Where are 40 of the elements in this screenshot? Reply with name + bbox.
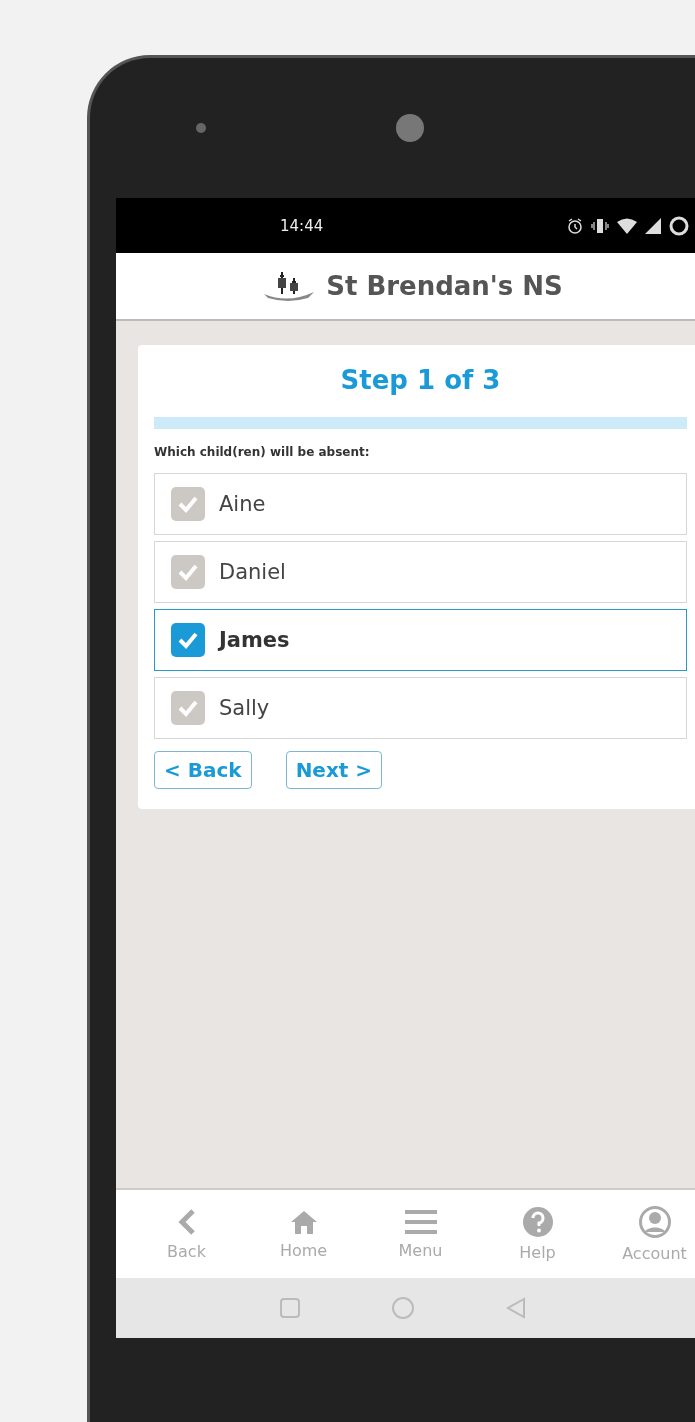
- nav-item[interactable]: Menu: [362, 1190, 479, 1278]
- child-name: Sally: [219, 696, 270, 720]
- question-label: Which child(ren) will be absent:: [154, 445, 371, 459]
- check-icon: [177, 495, 199, 513]
- step-title: Step 1 of 3: [340, 365, 501, 395]
- school-title: St Brendan's NS: [326, 271, 563, 301]
- check-icon: [177, 631, 199, 649]
- home-circle-icon[interactable]: [390, 1296, 415, 1320]
- sensor-icon: [196, 123, 206, 133]
- help-icon: [522, 1206, 553, 1237]
- wizard-button[interactable]: < Back: [154, 751, 252, 789]
- nav-item[interactable]: Back: [128, 1190, 245, 1278]
- battery-ring-icon: [669, 215, 689, 236]
- checkbox[interactable]: [171, 691, 205, 725]
- alarm-icon: [567, 217, 583, 234]
- child-name: Aine: [219, 492, 266, 516]
- child-name: Daniel: [219, 560, 286, 584]
- back-triangle-icon[interactable]: [504, 1297, 527, 1319]
- nav-item[interactable]: Home: [245, 1190, 362, 1278]
- camera-icon: [396, 114, 424, 142]
- child-option[interactable]: Aine: [154, 473, 687, 535]
- checkbox[interactable]: [171, 555, 205, 589]
- checkbox[interactable]: [171, 623, 205, 657]
- vibrate-icon: [591, 217, 609, 234]
- check-icon: [177, 563, 199, 581]
- checkbox[interactable]: [171, 487, 205, 521]
- wizard-button[interactable]: Next >: [285, 751, 383, 789]
- child-name: James: [219, 628, 290, 652]
- menu-icon: [403, 1208, 438, 1235]
- status-time: 14:44: [280, 216, 324, 235]
- nav-item[interactable]: Account: [596, 1190, 695, 1278]
- nav-item[interactable]: Help: [479, 1190, 596, 1278]
- child-option[interactable]: Sally: [154, 677, 687, 739]
- signal-icon: [645, 217, 661, 234]
- user-icon: [638, 1205, 671, 1238]
- wifi-icon: [617, 217, 637, 234]
- check-icon: [177, 699, 199, 717]
- child-option[interactable]: Daniel: [154, 541, 687, 603]
- recents-icon[interactable]: [278, 1297, 301, 1319]
- child-option[interactable]: James: [154, 609, 687, 671]
